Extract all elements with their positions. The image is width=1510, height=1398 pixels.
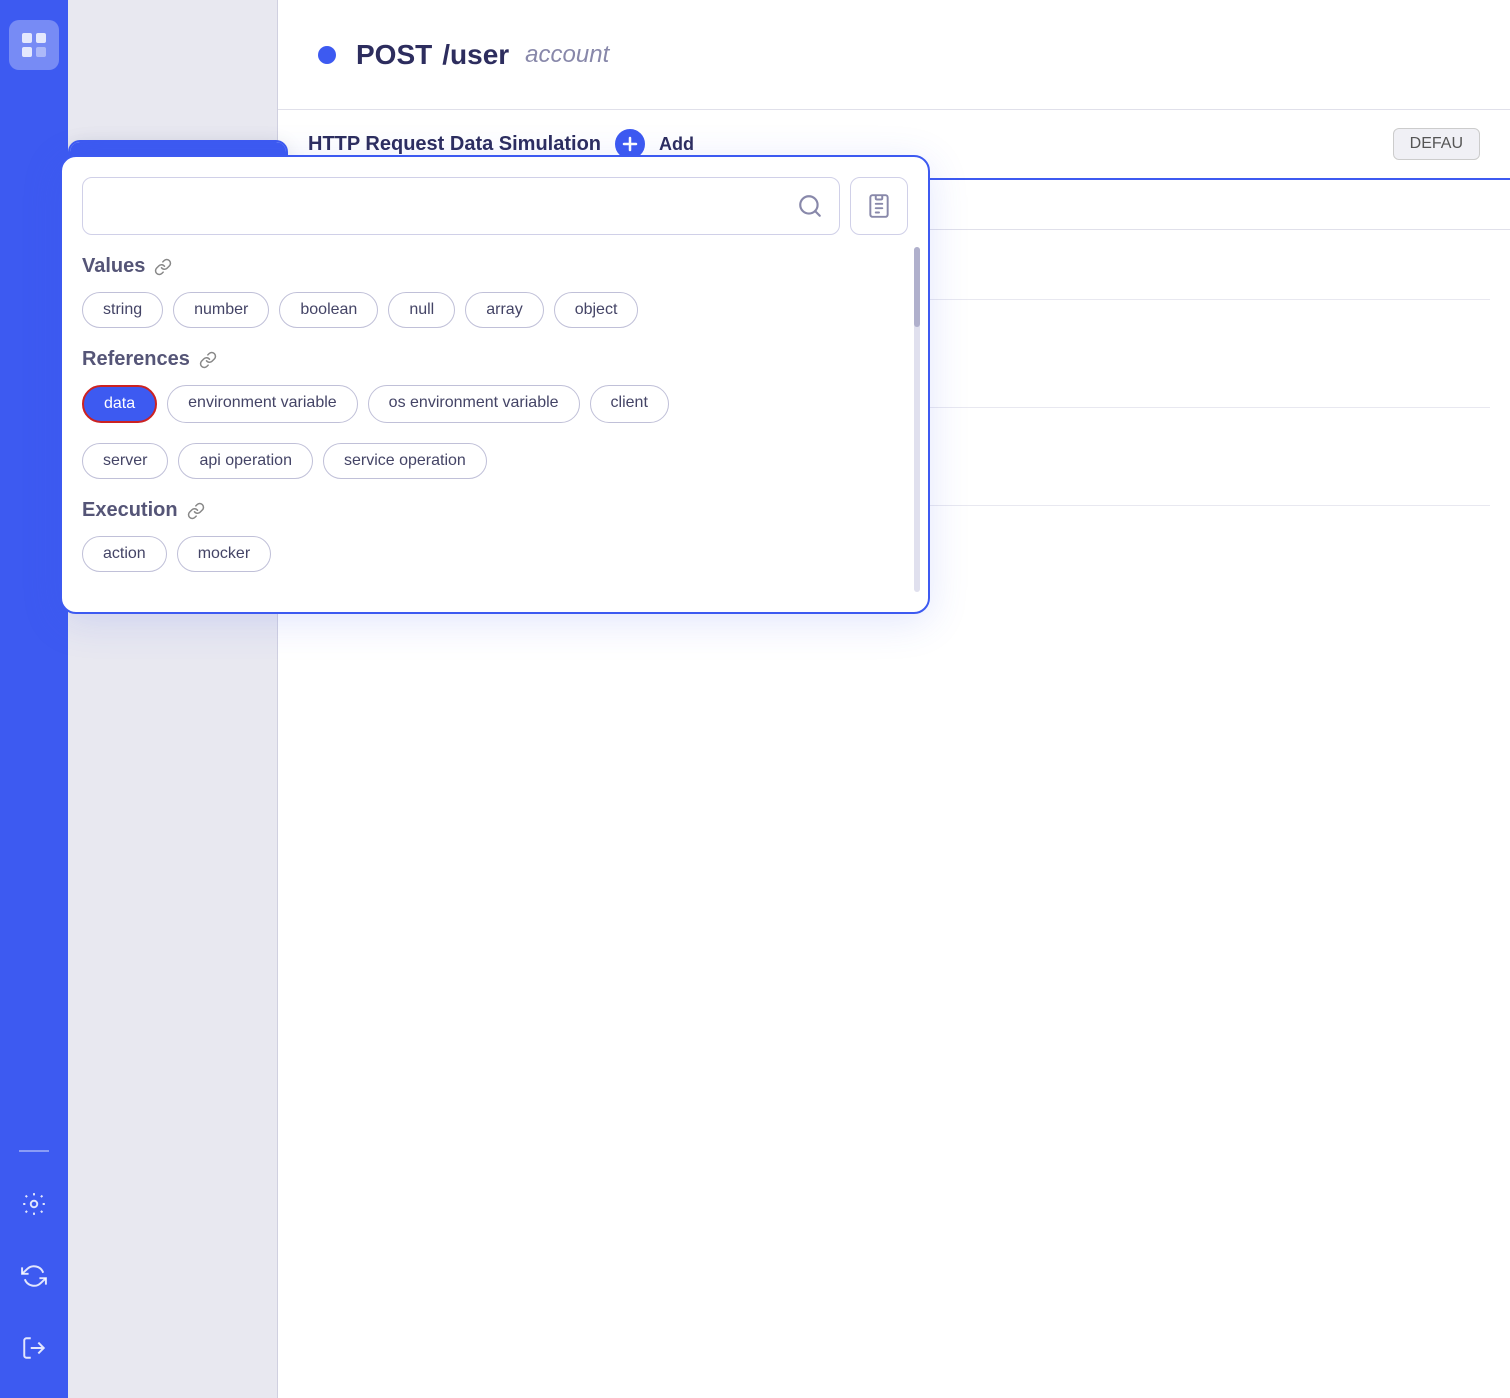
refresh-icon[interactable] (12, 1254, 56, 1298)
tag-object[interactable]: object (554, 292, 639, 328)
sidebar (0, 0, 68, 1398)
values-section: Values string number boolean null array … (82, 255, 908, 328)
values-section-label: Values (82, 255, 908, 278)
tag-number[interactable]: number (173, 292, 269, 328)
tag-boolean[interactable]: boolean (279, 292, 378, 328)
tag-service-operation[interactable]: service operation (323, 443, 487, 479)
values-tags: string number boolean null array object (82, 292, 908, 328)
execution-link-icon[interactable] (186, 501, 206, 521)
tag-mocker[interactable]: mocker (177, 536, 271, 572)
tag-null[interactable]: null (388, 292, 455, 328)
tag-client[interactable]: client (590, 385, 669, 423)
execution-section-label: Execution (82, 499, 908, 522)
references-tags-row2: server api operation service operation (82, 443, 908, 479)
tag-environment-variable[interactable]: environment variable (167, 385, 358, 423)
popup-overlay: Values string number boolean null array … (60, 155, 930, 614)
simulation-title: HTTP Request Data Simulation (308, 133, 601, 156)
popup-scrollbar[interactable] (914, 247, 920, 592)
logout-icon[interactable] (12, 1326, 56, 1370)
tag-string[interactable]: string (82, 292, 163, 328)
search-row (82, 177, 908, 235)
sidebar-bottom (12, 1140, 56, 1378)
references-link-icon[interactable] (198, 350, 218, 370)
api-path: /user (442, 39, 509, 71)
execution-section: Execution action mocker (82, 499, 908, 572)
default-button[interactable]: DEFAU (1393, 128, 1480, 160)
api-tag: account (525, 41, 609, 69)
search-container[interactable] (82, 177, 840, 235)
tag-array[interactable]: array (465, 292, 543, 328)
add-label: Add (659, 134, 694, 155)
clipboard-button[interactable] (850, 177, 908, 235)
references-section: References data environment variable os … (82, 348, 908, 479)
execution-tags: action mocker (82, 536, 908, 572)
sidebar-divider (19, 1150, 49, 1152)
header-dot (318, 46, 336, 64)
header-bar: POST /user account (278, 0, 1510, 110)
scrollbar-thumb[interactable] (914, 247, 920, 327)
tag-api-operation[interactable]: api operation (178, 443, 313, 479)
references-section-label: References (82, 348, 908, 371)
search-icon[interactable] (797, 193, 823, 219)
tag-action[interactable]: action (82, 536, 167, 572)
settings-icon[interactable] (12, 1182, 56, 1226)
references-tags-row1: data environment variable os environment… (82, 385, 908, 423)
tag-data[interactable]: data (82, 385, 157, 423)
http-method: POST (356, 39, 432, 71)
tag-server[interactable]: server (82, 443, 168, 479)
values-link-icon[interactable] (153, 257, 173, 277)
search-input[interactable] (99, 196, 797, 217)
sidebar-logo[interactable] (9, 20, 59, 70)
tag-os-environment-variable[interactable]: os environment variable (368, 385, 580, 423)
